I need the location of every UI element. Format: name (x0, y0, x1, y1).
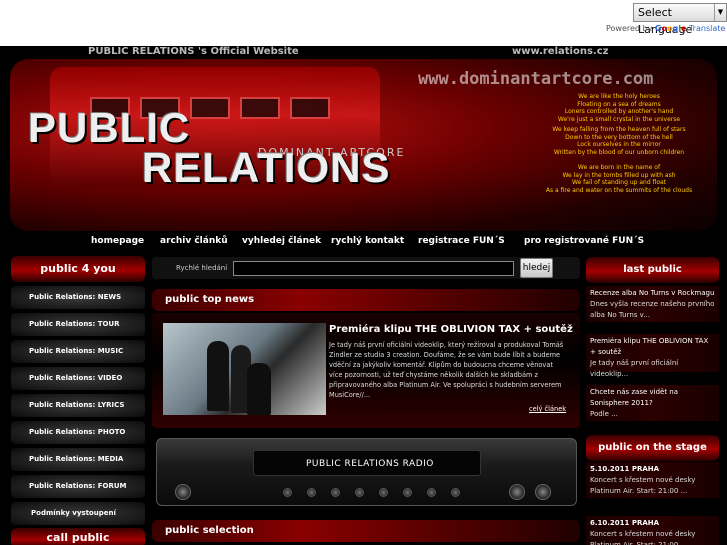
lyric-line: Lock ourselves in the mirror (577, 141, 661, 148)
tuning-knob[interactable] (509, 484, 525, 500)
lyric-line: We keep falling from the heaven full of … (552, 126, 686, 133)
radio-button[interactable] (427, 488, 436, 497)
sidebar-item-conditions[interactable]: Podmínky vystoupení (11, 502, 145, 525)
domain-text: www.relations.cz (512, 46, 609, 57)
sidebar-item-media[interactable]: Public Relations: MEDIA (11, 448, 145, 471)
left-sidebar: public 4 you Public Relations: NEWS Publ… (11, 256, 145, 529)
radio-label: PUBLIC RELATIONS RADIO (306, 459, 434, 469)
last-item-title[interactable]: Premiéra klipu THE OBLIVION TAX + soutěž (590, 336, 715, 358)
top-news-box: Premiéra klipu THE OBLIVION TAX + soutěž… (152, 313, 580, 428)
domain-watermark: www.dominantartcore.com (418, 69, 654, 89)
lyric-line: Loners controlled by another's hand (564, 108, 674, 115)
powered-by-text: Powered by (606, 24, 653, 33)
left-section-title: public 4 you (11, 256, 145, 282)
translate-bar: Select Language ▼ Powered by Google Tran… (0, 0, 727, 46)
search-button[interactable]: hledej (520, 258, 553, 278)
radio-button[interactable] (403, 488, 412, 497)
radio-button[interactable] (307, 488, 316, 497)
selection-title: public selection (152, 520, 580, 542)
lyric-line: We're just a small crystal in the univer… (557, 115, 681, 123)
language-select[interactable]: Select Language ▼ (633, 3, 727, 36)
search-label: Rychlé hledání (176, 264, 228, 272)
stage-item[interactable]: 5.10.2011 PRAHA Koncert s křestem nové d… (586, 462, 719, 498)
last-item-text: Je tady náš první oficiální videoklip... (590, 359, 679, 378)
nav-search-article[interactable]: vyhledej článek (242, 236, 321, 246)
stage-date: 6.10.2011 PRAHA (590, 519, 660, 527)
powered-by: Powered by Google Translate (606, 24, 725, 33)
official-site-text: PUBLIC RELATIONS 's Official Website (88, 46, 299, 57)
news-video-thumbnail[interactable] (163, 323, 326, 415)
news-body: Je tady náš první oficiální videoklip, k… (329, 341, 564, 399)
sidebar-item-lyrics[interactable]: Public Relations: LYRICS (11, 394, 145, 417)
logo-relations[interactable]: RELATIONS (142, 144, 391, 192)
radio-button[interactable] (451, 488, 460, 497)
radio-button[interactable] (331, 488, 340, 497)
news-headline[interactable]: Premiéra klipu THE OBLIVION TAX + soutěž (329, 324, 573, 335)
nav-fan-registration[interactable]: registrace FUN´S (418, 236, 505, 246)
lyrics-block: We are like the holy heroes Floating on … (530, 93, 708, 194)
sidebar-item-video[interactable]: Public Relations: VIDEO (11, 367, 145, 390)
radio-player: PUBLIC RELATIONS RADIO (156, 438, 577, 506)
stage-item[interactable]: 6.10.2011 PRAHA Koncert s křestem nové d… (586, 516, 719, 545)
nav-homepage[interactable]: homepage (91, 236, 144, 246)
top-news-title: public top news (152, 289, 580, 311)
last-item-text: Dnes vyšla recenze našeho prvního alba N… (590, 300, 715, 319)
sidebar-item-tour[interactable]: Public Relations: TOUR (11, 313, 145, 336)
translate-link[interactable]: Translate (689, 24, 725, 33)
last-item-title[interactable]: Chcete nás zase vidět na Sonisphere 2011… (590, 387, 715, 409)
lyric-line: We lay in the tombs filled up with ash (562, 171, 676, 179)
search-input[interactable] (233, 261, 514, 276)
last-item[interactable]: Recenze alba No Turns v Rockmagu Dnes vy… (586, 286, 719, 322)
last-public-title: last public (586, 257, 719, 283)
sidebar-item-news[interactable]: Public Relations: NEWS (11, 286, 145, 309)
last-item-text: Podle ... (590, 410, 618, 418)
tuning-knob[interactable] (535, 484, 551, 500)
radio-button[interactable] (355, 488, 364, 497)
nav-archive[interactable]: archiv článků (160, 236, 228, 246)
lyric-line: We are like the holy heroes (578, 93, 660, 100)
last-item[interactable]: Chcete nás zase vidět na Sonisphere 2011… (586, 385, 719, 421)
radio-button[interactable] (379, 488, 388, 497)
lyric-line: Written by the blood of our unborn child… (553, 148, 685, 156)
sidebar-item-forum[interactable]: Public Relations: FORUM (11, 475, 145, 498)
search-bar: Rychlé hledání hledej (152, 257, 580, 279)
radio-display: PUBLIC RELATIONS RADIO (253, 450, 481, 476)
sidebar-item-photo[interactable]: Public Relations: PHOTO (11, 421, 145, 444)
call-public-title: call public (11, 528, 145, 545)
last-item[interactable]: Premiéra klipu THE OBLIVION TAX + soutěž… (586, 334, 719, 378)
nav-registered-fans[interactable]: pro registrované FUN´S (524, 236, 644, 246)
header-banner: www.dominantartcore.com PUBLIC DOMINANT … (10, 59, 717, 231)
google-logo[interactable]: Google (655, 24, 687, 33)
lyric-line: As a fire and water on the summits of th… (545, 186, 693, 194)
bus-window (240, 97, 280, 119)
stage-text: Koncert s křestem nové desky Platinum Ai… (590, 476, 696, 495)
radio-button[interactable] (283, 488, 292, 497)
nav-quick-contact[interactable]: rychlý kontakt (331, 236, 404, 246)
stage-date: 5.10.2011 PRAHA (590, 465, 660, 473)
sidebar-item-music[interactable]: Public Relations: MUSIC (11, 340, 145, 363)
lyric-line: We fail of standing up and float (571, 179, 667, 186)
stage-title: public on the stage (586, 435, 719, 461)
volume-knob[interactable] (175, 484, 191, 500)
last-item-title[interactable]: Recenze alba No Turns v Rockmagu (590, 288, 715, 299)
bus-window (290, 97, 330, 119)
lyric-line: Down to the very bottom of the hell (565, 133, 673, 141)
bus-window (190, 97, 230, 119)
read-more-link[interactable]: celý článek (529, 405, 566, 413)
site-header: PUBLIC RELATIONS 's Official Website www… (0, 46, 727, 246)
stage-text: Koncert s křestem nové desky Platinum Ai… (590, 530, 696, 545)
main-nav: homepage archiv článků vyhledej článek r… (0, 232, 727, 252)
lyric-line: We are born in the name of (577, 164, 661, 171)
chevron-down-icon: ▼ (714, 4, 726, 21)
lyric-line: Floating on a sea of dreams (577, 100, 661, 108)
